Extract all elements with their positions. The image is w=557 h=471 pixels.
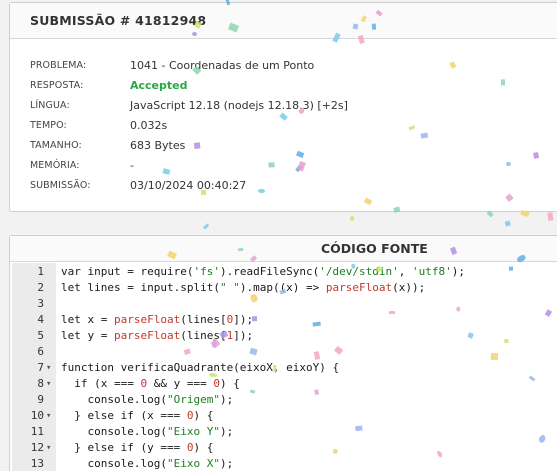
language-value: JavaScript 12.18 (nodejs 12.18.3) [+2s] [130, 98, 348, 112]
source-code-header: CÓDIGO FONTE [10, 236, 557, 262]
line-number: 11 [30, 425, 44, 438]
memory-value: - [130, 158, 134, 172]
submitted-row: SUBMISSÃO: 03/10/2024 00:40:27 [30, 175, 348, 195]
confetti-piece [504, 220, 511, 228]
code-line: 12 ▾ } else if (y === 0) { [12, 440, 557, 456]
line-number: 3 [37, 297, 44, 310]
confetti-piece [202, 222, 209, 230]
time-label: TEMPO: [30, 119, 67, 131]
source-code-panel: CÓDIGO FONTE 1 var input = require('fs').… [9, 235, 557, 471]
code-line: 9 console.log("Origem"); [12, 392, 557, 408]
submitted-value: 03/10/2024 00:40:27 [130, 178, 247, 192]
source-code-title: CÓDIGO FONTE [321, 241, 428, 256]
line-number: 1 [37, 265, 44, 278]
code-line: 3 [12, 296, 557, 312]
memory-row: MEMÓRIA: - [30, 155, 348, 175]
size-label: TAMANHO: [30, 139, 82, 151]
code-text: let x = parseFloat(lines[0]); [61, 313, 254, 326]
size-row: TAMANHO: 683 Bytes [30, 135, 348, 155]
line-number: 13 [30, 457, 44, 470]
code-text: } else if (x === 0) { [61, 409, 214, 422]
line-number: 5 [37, 329, 44, 342]
code-line: 4 let x = parseFloat(lines[0]); [12, 312, 557, 328]
time-value: 0.032s [130, 118, 168, 132]
line-number: 2 [37, 281, 44, 294]
line-number: 4 [37, 313, 44, 326]
submission-panel: SUBMISSÃO # 41812948 PROBLEMA: 1041 - Co… [9, 2, 557, 212]
size-value: 683 Bytes [130, 138, 186, 152]
code-text: let lines = input.split(" ").map((x) => … [61, 281, 426, 294]
line-number: 6 [37, 345, 44, 358]
code-text: if (x === 0 && y === 0) { [61, 377, 240, 390]
line-number: 9 [37, 393, 44, 406]
submitted-label: SUBMISSÃO: [30, 179, 91, 191]
code-line: 8 ▾ if (x === 0 && y === 0) { [12, 376, 557, 392]
confetti-piece [547, 212, 554, 222]
problem-label: PROBLEMA: [30, 59, 87, 71]
code-text: console.log("Eixo Y"); [61, 425, 234, 438]
time-row: TEMPO: 0.032s [30, 115, 348, 135]
memory-label: MEMÓRIA: [30, 159, 80, 171]
problem-row: PROBLEMA: 1041 - Coordenadas de um Ponto [30, 55, 348, 75]
line-number: 10 [30, 409, 44, 422]
code-line: 7 ▾ function verificaQuadrante(eixoX, eixo… [12, 360, 557, 376]
fold-toggle-icon[interactable]: ▾ [46, 408, 56, 424]
code-text: var input = require('fs').readFileSync('… [61, 265, 466, 278]
answer-row: RESPOSTA: Accepted [30, 75, 348, 95]
answer-label: RESPOSTA: [30, 79, 84, 91]
language-row: LÍNGUA: JavaScript 12.18 (nodejs 12.18.3… [30, 95, 348, 115]
language-label: LÍNGUA: [30, 99, 70, 111]
submission-details: PROBLEMA: 1041 - Coordenadas de um Ponto… [30, 55, 348, 195]
fold-toggle-icon[interactable]: ▾ [46, 440, 56, 456]
code-text: } else if (y === 0) { [61, 441, 214, 454]
code-text: console.log("Eixo X"); [61, 457, 234, 470]
problem-value: 1041 - Coordenadas de um Ponto [130, 58, 315, 72]
code-line: 1 var input = require('fs').readFileSync(… [12, 264, 557, 280]
code-line: 13 console.log("Eixo X"); [12, 456, 557, 471]
submission-title: SUBMISSÃO # 41812948 [30, 13, 207, 28]
fold-toggle-icon[interactable]: ▾ [46, 376, 56, 392]
line-number: 7 [37, 361, 44, 374]
answer-status: Accepted [130, 78, 188, 92]
code-line: 6 [12, 344, 557, 360]
code-line: 10 ▾ } else if (x === 0) { [12, 408, 557, 424]
code-line: 11 console.log("Eixo Y"); [12, 424, 557, 440]
fold-toggle-icon[interactable]: ▾ [46, 360, 56, 376]
code-line: 2 let lines = input.split(" ").map((x) =>… [12, 280, 557, 296]
code-text: function verificaQuadrante(eixoX, eixoY)… [61, 361, 340, 374]
code-editor[interactable]: 1 var input = require('fs').readFileSync(… [12, 263, 557, 471]
line-number: 8 [37, 377, 44, 390]
code-text: let y = parseFloat(lines[1]); [61, 329, 254, 342]
code-text: console.log("Origem"); [61, 393, 234, 406]
code-line: 5 let y = parseFloat(lines[1]); [12, 328, 557, 344]
submission-header: SUBMISSÃO # 41812948 [10, 3, 557, 39]
submission-page: SUBMISSÃO # 41812948 PROBLEMA: 1041 - Co… [0, 0, 557, 471]
line-number: 12 [30, 441, 44, 454]
confetti-piece [349, 215, 355, 222]
